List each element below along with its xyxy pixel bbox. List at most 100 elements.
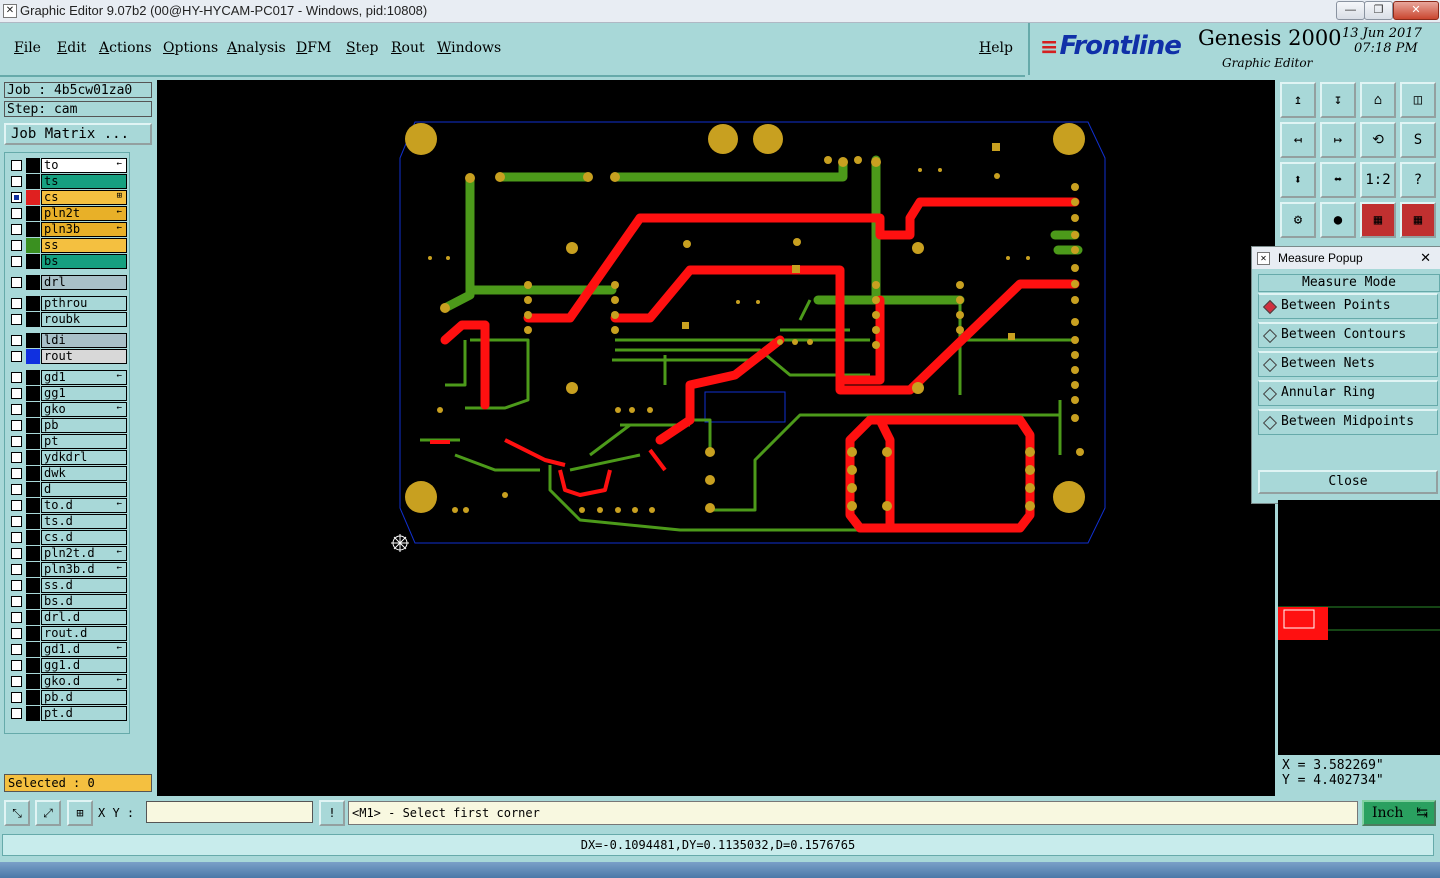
layer-display-icon[interactable]: ▦ bbox=[1360, 202, 1396, 238]
layer-color-swatch[interactable] bbox=[26, 370, 40, 385]
layer-color-swatch[interactable] bbox=[26, 466, 40, 481]
layer-row-gko-d[interactable]: gko.d ← bbox=[8, 674, 127, 689]
layer-color-swatch[interactable] bbox=[26, 174, 40, 189]
layer-checkbox[interactable] bbox=[11, 351, 22, 362]
layer-name[interactable]: pthrou bbox=[41, 296, 127, 311]
layer-row-pln3b[interactable]: pln3b ← bbox=[8, 222, 127, 237]
layer-name[interactable]: gko.d bbox=[41, 674, 127, 689]
job-matrix-button[interactable]: Job Matrix ... bbox=[4, 123, 152, 145]
layer-row-gg1-d[interactable]: gg1.d bbox=[8, 658, 127, 673]
layer-name[interactable]: rout.d bbox=[41, 626, 127, 641]
menu-windows[interactable]: Windows bbox=[437, 40, 501, 56]
layer-row-ts[interactable]: ts bbox=[8, 174, 127, 189]
layer-color-swatch[interactable] bbox=[26, 238, 40, 253]
maximize-button[interactable]: ❐ bbox=[1364, 1, 1393, 20]
layer-row-gko[interactable]: gko ← bbox=[8, 402, 127, 417]
layer-checkbox[interactable] bbox=[11, 160, 22, 171]
layer-checkbox[interactable] bbox=[11, 208, 22, 219]
layer-checkbox[interactable] bbox=[11, 277, 22, 288]
graphic-canvas[interactable] bbox=[157, 80, 1275, 796]
layer-checkbox[interactable] bbox=[11, 224, 22, 235]
minimize-button[interactable]: — bbox=[1336, 1, 1365, 20]
layer-name[interactable]: ts.d bbox=[41, 514, 127, 529]
layer-checkbox[interactable] bbox=[11, 314, 22, 325]
layer-color-swatch[interactable] bbox=[26, 254, 40, 269]
layer-row-drl-d[interactable]: drl.d bbox=[8, 610, 127, 625]
menu-options[interactable]: Options bbox=[163, 40, 218, 56]
layer-name[interactable]: pb.d bbox=[41, 690, 127, 705]
layer-name[interactable]: pt bbox=[41, 434, 127, 449]
home-icon[interactable]: ⌂ bbox=[1360, 82, 1396, 118]
layer-row-dwk[interactable]: dwk bbox=[8, 466, 127, 481]
option-between-midpoints[interactable]: Between Midpoints bbox=[1258, 409, 1438, 435]
layer-row-to[interactable]: to ← bbox=[8, 158, 127, 173]
layer-row-drl[interactable]: drl bbox=[8, 275, 127, 290]
layer-name[interactable]: to bbox=[41, 158, 127, 173]
layer-name[interactable]: gd1 bbox=[41, 370, 127, 385]
menu-rout[interactable]: Rout bbox=[391, 40, 425, 56]
layer-checkbox[interactable] bbox=[11, 692, 22, 703]
layer-row-rout[interactable]: rout bbox=[8, 349, 127, 364]
layer-checkbox[interactable] bbox=[11, 436, 22, 447]
pan-right-icon[interactable]: ↦ bbox=[1320, 122, 1356, 158]
layer-row-pthrou[interactable]: pthrou bbox=[8, 296, 127, 311]
layer-name[interactable]: gg1.d bbox=[41, 658, 127, 673]
layer-color-swatch[interactable] bbox=[26, 222, 40, 237]
layer-checkbox[interactable] bbox=[11, 516, 22, 527]
layer-row-roubk[interactable]: roubk bbox=[8, 312, 127, 327]
layer-name[interactable]: to.d bbox=[41, 498, 127, 513]
layer-checkbox[interactable] bbox=[11, 708, 22, 719]
layer-row-gd1-d[interactable]: gd1.d ← bbox=[8, 642, 127, 657]
layer-color-swatch[interactable] bbox=[26, 530, 40, 545]
layer-checkbox[interactable] bbox=[11, 660, 22, 671]
layer-name[interactable]: cs bbox=[41, 190, 127, 205]
fit-height-icon[interactable]: ⬌ bbox=[1320, 162, 1356, 198]
measure-tool-icon[interactable]: ⤢ bbox=[35, 800, 61, 826]
layer-name[interactable]: d bbox=[41, 482, 127, 497]
layer-checkbox[interactable] bbox=[11, 298, 22, 309]
layer-checkbox[interactable] bbox=[11, 676, 22, 687]
layer-color-swatch[interactable] bbox=[26, 482, 40, 497]
menu-edit[interactable]: Edit bbox=[57, 40, 86, 56]
exclamation-button[interactable]: ! bbox=[319, 800, 345, 826]
layer-name[interactable]: rout bbox=[41, 349, 127, 364]
layer-name[interactable]: ydkdrl bbox=[41, 450, 127, 465]
layer-color-swatch[interactable] bbox=[26, 562, 40, 577]
layer-name[interactable]: bs bbox=[41, 254, 127, 269]
layer-name[interactable]: gd1.d bbox=[41, 642, 127, 657]
layer-row-pb[interactable]: pb bbox=[8, 418, 127, 433]
layer-color-swatch[interactable] bbox=[26, 275, 40, 290]
fit-width-icon[interactable]: ⬍ bbox=[1280, 162, 1316, 198]
layer-name[interactable]: ss.d bbox=[41, 578, 127, 593]
layer-color-swatch[interactable] bbox=[26, 386, 40, 401]
menu-dfm[interactable]: DFM bbox=[296, 40, 331, 56]
layer-color-swatch[interactable] bbox=[26, 594, 40, 609]
layer-color-swatch[interactable] bbox=[26, 626, 40, 641]
layer-color-swatch[interactable] bbox=[26, 642, 40, 657]
layer-name[interactable]: gg1 bbox=[41, 386, 127, 401]
menu-file[interactable]: File bbox=[14, 40, 41, 56]
layer-name[interactable]: drl bbox=[41, 275, 127, 290]
layer-name[interactable]: pln2t.d bbox=[41, 546, 127, 561]
layer-color-swatch[interactable] bbox=[26, 158, 40, 173]
layer-checkbox[interactable] bbox=[11, 484, 22, 495]
layer-row-ts-d[interactable]: ts.d bbox=[8, 514, 127, 529]
layer-row-ss-d[interactable]: ss.d bbox=[8, 578, 127, 593]
layer-checkbox[interactable] bbox=[11, 176, 22, 187]
layer-name[interactable]: drl.d bbox=[41, 610, 127, 625]
layer-row-pt[interactable]: pt bbox=[8, 434, 127, 449]
layer-row-ldi[interactable]: ldi bbox=[8, 333, 127, 348]
layer-checkbox[interactable] bbox=[11, 256, 22, 267]
layer-row-gd1[interactable]: gd1 ← bbox=[8, 370, 127, 385]
layer-row-rout-d[interactable]: rout.d bbox=[8, 626, 127, 641]
layer-color-swatch[interactable] bbox=[26, 690, 40, 705]
layer-checkbox[interactable] bbox=[11, 612, 22, 623]
layer-row-pt-d[interactable]: pt.d bbox=[8, 706, 127, 721]
layer-checkbox[interactable] bbox=[11, 452, 22, 463]
layer-display-alt-icon[interactable]: ▦ bbox=[1400, 202, 1436, 238]
layer-row-d[interactable]: d bbox=[8, 482, 127, 497]
undo-view-icon[interactable]: ⟲ bbox=[1360, 122, 1396, 158]
menu-actions[interactable]: Actions bbox=[99, 40, 152, 56]
layer-name[interactable]: pln3b.d bbox=[41, 562, 127, 577]
layer-checkbox[interactable] bbox=[11, 628, 22, 639]
